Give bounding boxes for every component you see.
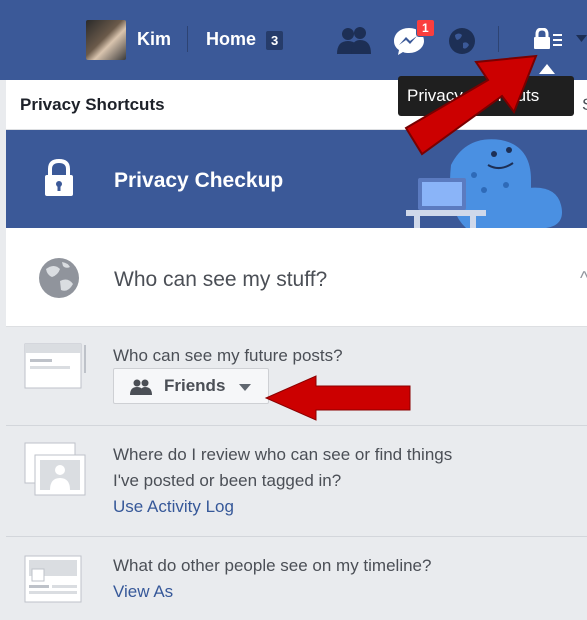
privacy-checkup-label: Privacy Checkup: [114, 169, 284, 192]
chevron-down-icon[interactable]: [576, 35, 587, 43]
user-name-link[interactable]: Kim: [137, 29, 171, 50]
lock-menu-icon[interactable]: [533, 28, 567, 50]
audience-selector-button[interactable]: Friends: [113, 368, 269, 404]
chevron-up-icon[interactable]: ^: [580, 268, 587, 289]
activity-question-line1: Where do I review who can see or find th…: [113, 445, 453, 464]
use-activity-log-link[interactable]: Use Activity Log: [113, 495, 234, 519]
friend-requests-icon[interactable]: [335, 26, 373, 56]
audience-label: Friends: [164, 376, 226, 395]
view-as-question: What do other people see on my timeline?: [113, 556, 432, 575]
nav-divider-2: [498, 26, 499, 52]
timeline-preview-icon: [24, 555, 82, 603]
globe-icon[interactable]: [447, 26, 477, 56]
who-can-see-section-header[interactable]: Who can see my stuff? ^: [6, 228, 587, 327]
home-count-badge: 3: [266, 31, 284, 50]
privacy-shortcuts-tooltip: Privacy Shortcuts: [398, 76, 574, 116]
caret-down-icon: [239, 384, 251, 391]
friends-icon: [130, 379, 152, 395]
nav-divider: [187, 26, 188, 52]
user-avatar[interactable]: [86, 20, 126, 60]
activity-log-row: Where do I review who can see or find th…: [6, 426, 587, 537]
home-link[interactable]: Home: [206, 29, 256, 50]
section-title: Who can see my stuff?: [114, 268, 328, 291]
future-posts-question: Who can see my future posts?: [113, 346, 343, 365]
activity-question-line2: I've posted or been tagged in?: [113, 471, 342, 490]
tooltip-pointer: [539, 64, 555, 74]
settings-link-partial[interactable]: S: [582, 95, 587, 115]
privacy-checkup-banner[interactable]: Privacy Checkup: [6, 130, 587, 228]
post-composer-icon: [24, 343, 86, 389]
view-as-row: What do other people see on my timeline?…: [6, 537, 587, 620]
top-nav-bar: Kim Home 3 1: [0, 0, 587, 80]
privacy-dinosaur-illustration: [406, 139, 562, 228]
panel-title: Privacy Shortcuts: [20, 95, 165, 114]
messages-badge: 1: [416, 19, 435, 37]
photo-tag-icon: [24, 442, 86, 496]
globe-icon: [39, 258, 79, 298]
future-posts-row: Who can see my future posts? Friends: [6, 327, 587, 426]
lock-icon: [45, 159, 73, 196]
view-as-link[interactable]: View As: [113, 580, 173, 604]
